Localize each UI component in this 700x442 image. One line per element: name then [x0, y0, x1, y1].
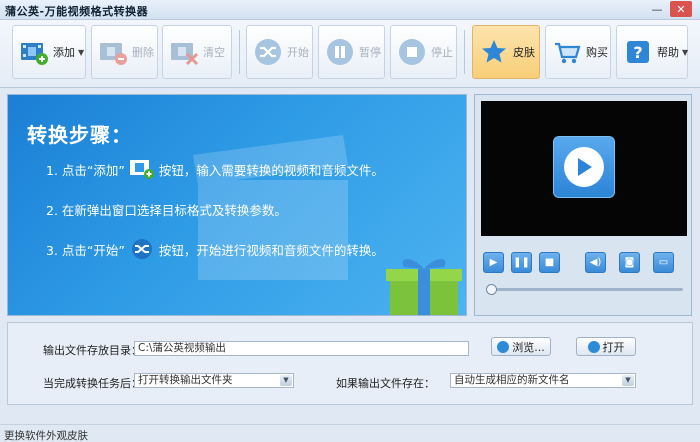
play-button[interactable]: ▶	[483, 252, 504, 273]
after-task-value: 打开转换输出文件夹	[138, 374, 233, 386]
camera-icon: ◙	[624, 257, 635, 268]
file-exists-label: 如果输出文件存在：	[336, 377, 435, 390]
svg-text:?: ?	[633, 43, 642, 62]
play-icon	[564, 147, 604, 187]
toolbar-divider	[239, 30, 240, 74]
star-icon	[479, 37, 509, 67]
dropdown-arrow-icon: ▼	[682, 47, 689, 57]
folder-browse-icon	[497, 340, 510, 353]
step-3-prefix: 3. 点击“开始”	[46, 242, 125, 258]
title-bar: 蒲公英-万能视频格式转换器 — ✕	[0, 0, 700, 20]
snapshot-button[interactable]: ◙	[619, 252, 640, 273]
minimize-button[interactable]: —	[648, 1, 666, 17]
close-button[interactable]: ✕	[670, 1, 692, 17]
seek-bar[interactable]	[486, 284, 683, 295]
seek-handle[interactable]	[486, 284, 497, 295]
film-delete-icon	[98, 37, 128, 67]
step-1-suffix: 按钮，输入需要转换的视频和音频文件。	[158, 162, 384, 178]
steps-heading: 转换步骤：	[27, 123, 132, 147]
step-3-suffix: 按钮，开始进行视频和音频文件的转换。	[158, 242, 384, 258]
buy-button[interactable]: 购买	[545, 25, 611, 79]
skin-button[interactable]: 皮肤	[472, 25, 540, 79]
step-1-prefix: 1. 点击“添加”	[46, 162, 125, 178]
film-add-icon	[129, 158, 155, 180]
stop-icon: ■	[544, 257, 555, 268]
stop-icon	[397, 37, 427, 67]
dropdown-arrow-icon: ▼	[78, 47, 85, 57]
delete-label: 删除	[132, 46, 154, 59]
step-2: 2. 在新弹出窗口选择目标格式及转换参数。	[46, 200, 287, 219]
pause-icon	[325, 37, 355, 67]
clear-button[interactable]: 清空	[162, 25, 232, 79]
step-3: 3. 点击“开始” 按钮，开始进行视频和音频文件的转换。	[46, 238, 384, 260]
buy-label: 购买	[586, 46, 608, 59]
play-icon: ▶	[489, 257, 498, 268]
output-dir-field[interactable]: C:\蒲公英视频输出	[134, 341, 469, 356]
add-button[interactable]: 添加 ▼	[12, 25, 86, 79]
pause-button[interactable]: 暂停	[318, 25, 385, 79]
after-task-select[interactable]: 打开转换输出文件夹 ▼	[134, 373, 294, 388]
shopping-cart-icon	[552, 37, 582, 67]
file-exists-select[interactable]: 自动生成相应的新文件名 ▼	[450, 373, 636, 388]
after-task-label: 当完成转换任务后：	[43, 377, 142, 390]
file-exists-value: 自动生成相应的新文件名	[454, 374, 570, 386]
skin-label: 皮肤	[513, 46, 535, 59]
open-button[interactable]: 打开	[576, 337, 636, 356]
pause-button[interactable]: ❚❚	[511, 252, 532, 273]
pause-icon: ❚❚	[513, 257, 530, 268]
browse-button[interactable]: 浏览...	[491, 337, 551, 356]
help-label: 帮助	[657, 46, 679, 59]
delete-button[interactable]: 删除	[91, 25, 158, 79]
step-2-text: 2. 在新弹出窗口选择目标格式及转换参数。	[46, 203, 287, 218]
dropdown-arrow-icon[interactable]: ▼	[280, 375, 292, 386]
pause-label: 暂停	[359, 46, 381, 59]
film-clear-icon	[169, 37, 199, 67]
volume-icon: ◀)	[589, 257, 602, 268]
film-add-icon	[19, 37, 49, 67]
video-screen	[481, 101, 687, 236]
toolbar-divider	[464, 30, 465, 74]
output-settings-panel: 输出文件存放目录： C:\蒲公英视频输出 浏览... 打开 当完成转换任务后： …	[7, 322, 693, 405]
open-label: 打开	[602, 340, 625, 354]
clear-label: 清空	[203, 46, 225, 59]
shuffle-convert-icon	[253, 37, 283, 67]
dropdown-arrow-icon[interactable]: ▼	[622, 375, 634, 386]
fullscreen-button[interactable]: ▭	[653, 252, 674, 273]
window-title: 蒲公英-万能视频格式转换器	[5, 5, 149, 18]
volume-button[interactable]: ◀)	[585, 252, 606, 273]
help-button[interactable]: ? 帮助 ▼	[616, 25, 688, 79]
status-text: 更换软件外观皮肤	[4, 430, 88, 442]
start-label: 开始	[287, 46, 309, 59]
browse-label: 浏览...	[512, 340, 545, 354]
stop-label: 停止	[431, 46, 453, 59]
film-reel-icon	[587, 340, 600, 353]
preview-player: ▶ ❚❚ ■ ◀) ◙ ▭	[474, 94, 692, 316]
step-1: 1. 点击“添加” 按钮，输入需要转换的视频和音频文件。	[46, 158, 384, 180]
add-label: 添加	[53, 46, 75, 59]
steps-banner: 转换步骤： 1. 点击“添加” 按钮，输入需要转换的视频和音频文件。 2. 在新…	[7, 94, 467, 316]
stop-button[interactable]: ■	[539, 252, 560, 273]
fullscreen-icon: ▭	[658, 257, 669, 268]
gift-box-icon	[386, 259, 462, 315]
stop-button[interactable]: 停止	[390, 25, 457, 79]
play-overlay-button[interactable]	[553, 136, 615, 198]
start-button[interactable]: 开始	[246, 25, 313, 79]
shuffle-convert-icon	[129, 238, 155, 260]
help-icon: ?	[623, 37, 653, 67]
status-bar: 更换软件外观皮肤	[0, 424, 700, 442]
toolbar: 添加 ▼ 删除 清空 开始 暂停 停止 皮肤 购买 ? 帮助 ▼	[0, 20, 700, 88]
output-dir-label: 输出文件存放目录：	[43, 344, 142, 357]
